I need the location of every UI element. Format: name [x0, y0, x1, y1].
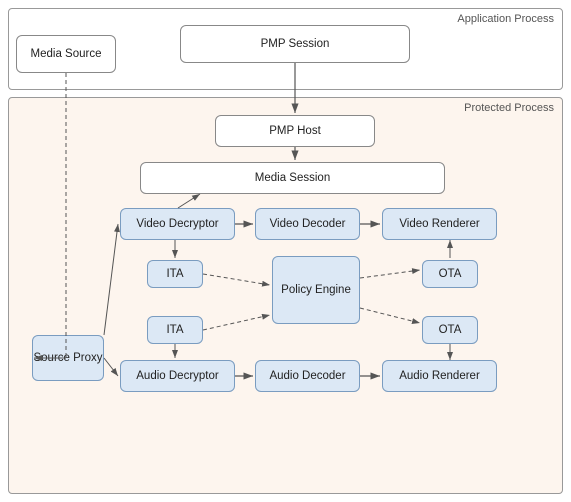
audio-decoder-box: Audio Decoder [255, 360, 360, 392]
ita2-box: ITA [147, 316, 203, 344]
policy-engine-box: Policy Engine [272, 256, 360, 324]
pmp-host-box: PMP Host [215, 115, 375, 147]
protected-process-label: Protected Process [464, 102, 554, 114]
media-session-box: Media Session [140, 162, 445, 194]
audio-decryptor-box: Audio Decryptor [120, 360, 235, 392]
pmp-session-box: PMP Session [180, 25, 410, 63]
app-process-label: Application Process [457, 13, 554, 25]
video-decryptor-box: Video Decryptor [120, 208, 235, 240]
ota2-box: OTA [422, 316, 478, 344]
diagram-container: Application Process Protected Process Me… [0, 0, 571, 502]
ita1-box: ITA [147, 260, 203, 288]
audio-renderer-box: Audio Renderer [382, 360, 497, 392]
video-renderer-box: Video Renderer [382, 208, 497, 240]
ota1-box: OTA [422, 260, 478, 288]
source-proxy-box: Source Proxy [32, 335, 104, 381]
media-source-box: Media Source [16, 35, 116, 73]
video-decoder-box: Video Decoder [255, 208, 360, 240]
